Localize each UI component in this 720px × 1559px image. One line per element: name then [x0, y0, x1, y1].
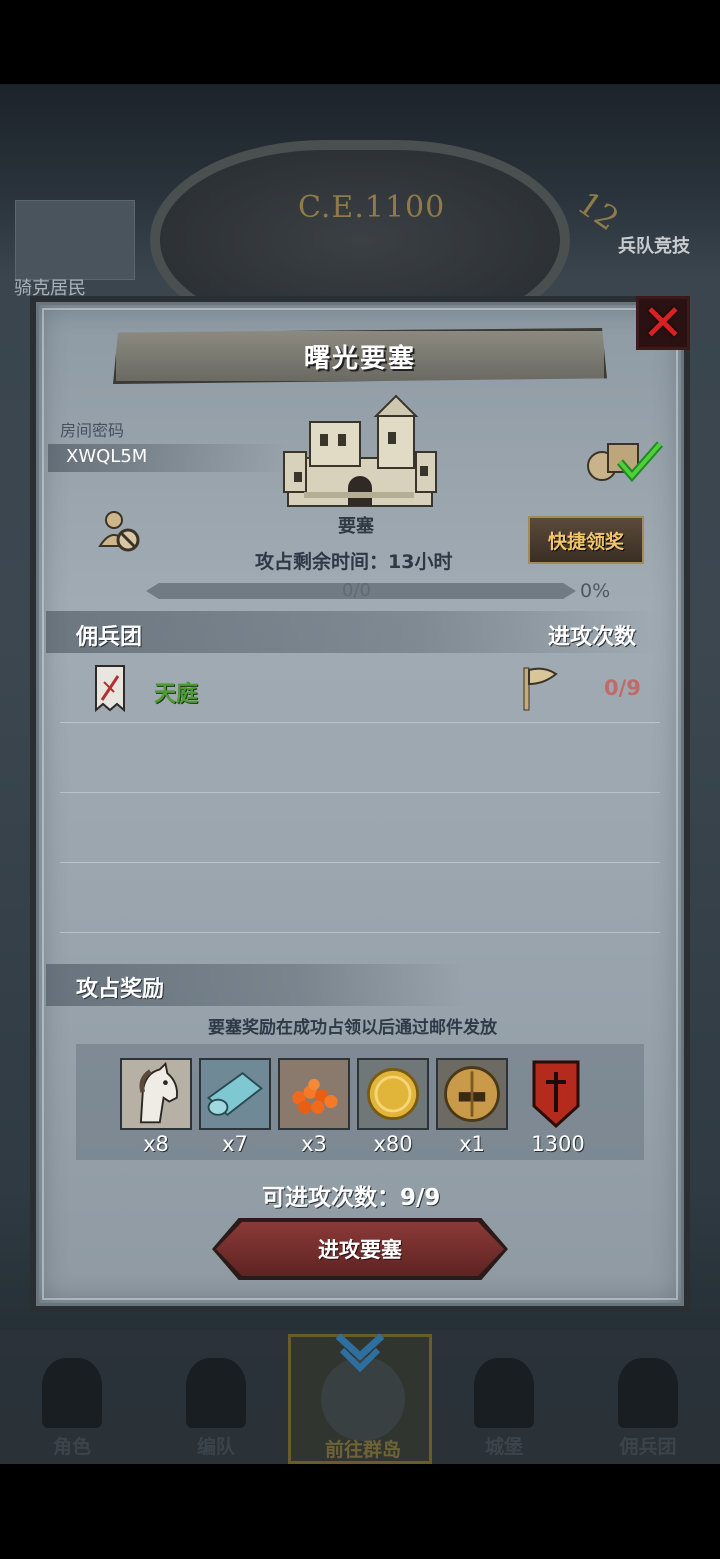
knight-helmet-icon — [444, 1066, 500, 1122]
knight-icon — [42, 1358, 102, 1428]
orange-eggs-icon — [292, 1078, 338, 1114]
background-label-right: 兵队竞技 — [618, 236, 690, 257]
attack-count-header: 进攻次数 — [548, 625, 637, 650]
reward-qty: x7 — [222, 1132, 248, 1156]
no-person-icon[interactable] — [96, 508, 144, 556]
reward-qty: x80 — [373, 1132, 413, 1156]
flag-icon — [523, 667, 558, 711]
reward-qty: 1300 — [531, 1132, 585, 1156]
reward-item-eggs[interactable] — [278, 1058, 350, 1130]
quick-claim-button[interactable]: 快捷领奖 — [528, 516, 644, 564]
nav-label: 城堡 — [484, 1436, 523, 1458]
reward-qty: x3 — [301, 1132, 327, 1156]
remaining-attempts: 可进攻次数：9/9 — [262, 1185, 441, 1211]
red-banner-icon — [532, 1060, 580, 1129]
dialog-title: 曙光要塞 — [303, 343, 416, 374]
reward-item-helmet[interactable] — [436, 1058, 508, 1130]
reward-section-title: 攻占奖励 — [76, 977, 165, 1002]
reward-qty: x1 — [459, 1132, 485, 1156]
room-code: XWQL5M — [66, 446, 148, 467]
guild-banner-icon — [95, 665, 125, 712]
status-bar-area — [0, 0, 720, 84]
nav-item-castle[interactable]: 城堡 — [432, 1334, 576, 1464]
nav-item-character[interactable]: 角色 — [0, 1334, 144, 1464]
fortress-icon — [283, 394, 437, 507]
close-icon: ✕ — [642, 294, 684, 352]
capture-timer: 攻占剩余时间：13小时 — [255, 551, 453, 573]
chevron-down-icon — [335, 1333, 385, 1373]
quick-claim-label: 快捷领奖 — [547, 530, 624, 553]
nav-label: 前往群岛 — [324, 1439, 401, 1461]
list-divider — [60, 862, 660, 863]
nav-label: 佣兵团 — [619, 1436, 677, 1458]
reward-item-gold[interactable] — [357, 1058, 429, 1130]
reward-item-cloth[interactable] — [199, 1058, 271, 1130]
mercenary-section-title: 佣兵团 — [76, 625, 143, 650]
helmet-icon — [186, 1358, 246, 1428]
fortress-name: 要塞 — [338, 516, 374, 537]
room-password-label: 房间密码 — [60, 421, 125, 440]
reward-bag-check-icon[interactable] — [584, 434, 664, 484]
progress-percent: 0% — [580, 580, 611, 602]
reward-item-horse[interactable] — [120, 1058, 192, 1130]
castle-icon — [474, 1358, 534, 1428]
nav-label: 编队 — [196, 1436, 235, 1458]
attack-fortress-label: 进攻要塞 — [318, 1238, 402, 1262]
reward-item-banner[interactable] — [526, 1058, 586, 1130]
warrior-icon — [618, 1358, 678, 1428]
nav-label: 角色 — [52, 1436, 91, 1458]
reward-note: 要塞奖励在成功占领以后通过邮件发放 — [208, 1018, 497, 1038]
list-divider — [60, 792, 660, 793]
nav-item-formation[interactable]: 编队 — [144, 1334, 288, 1464]
close-button[interactable]: ✕ — [636, 296, 690, 350]
guild-attack-count: 0/9 — [604, 676, 641, 700]
era-dial-text: C.E.1100 — [298, 190, 446, 225]
guild-name[interactable]: 天庭 — [154, 676, 198, 708]
progress-text: 0/0 — [342, 580, 371, 601]
list-divider — [60, 722, 660, 723]
gold-coin-icon — [367, 1068, 419, 1120]
horse-icon — [139, 1061, 178, 1124]
title-banner: 曙光要塞 — [113, 328, 607, 384]
cloth-icon — [207, 1072, 263, 1117]
attack-fortress-button[interactable]: 进攻要塞 — [216, 1222, 504, 1276]
list-divider — [60, 932, 660, 933]
nav-item-mercenary[interactable]: 佣兵团 — [576, 1334, 720, 1464]
reward-qty: x8 — [143, 1132, 169, 1156]
background-building — [15, 200, 135, 280]
